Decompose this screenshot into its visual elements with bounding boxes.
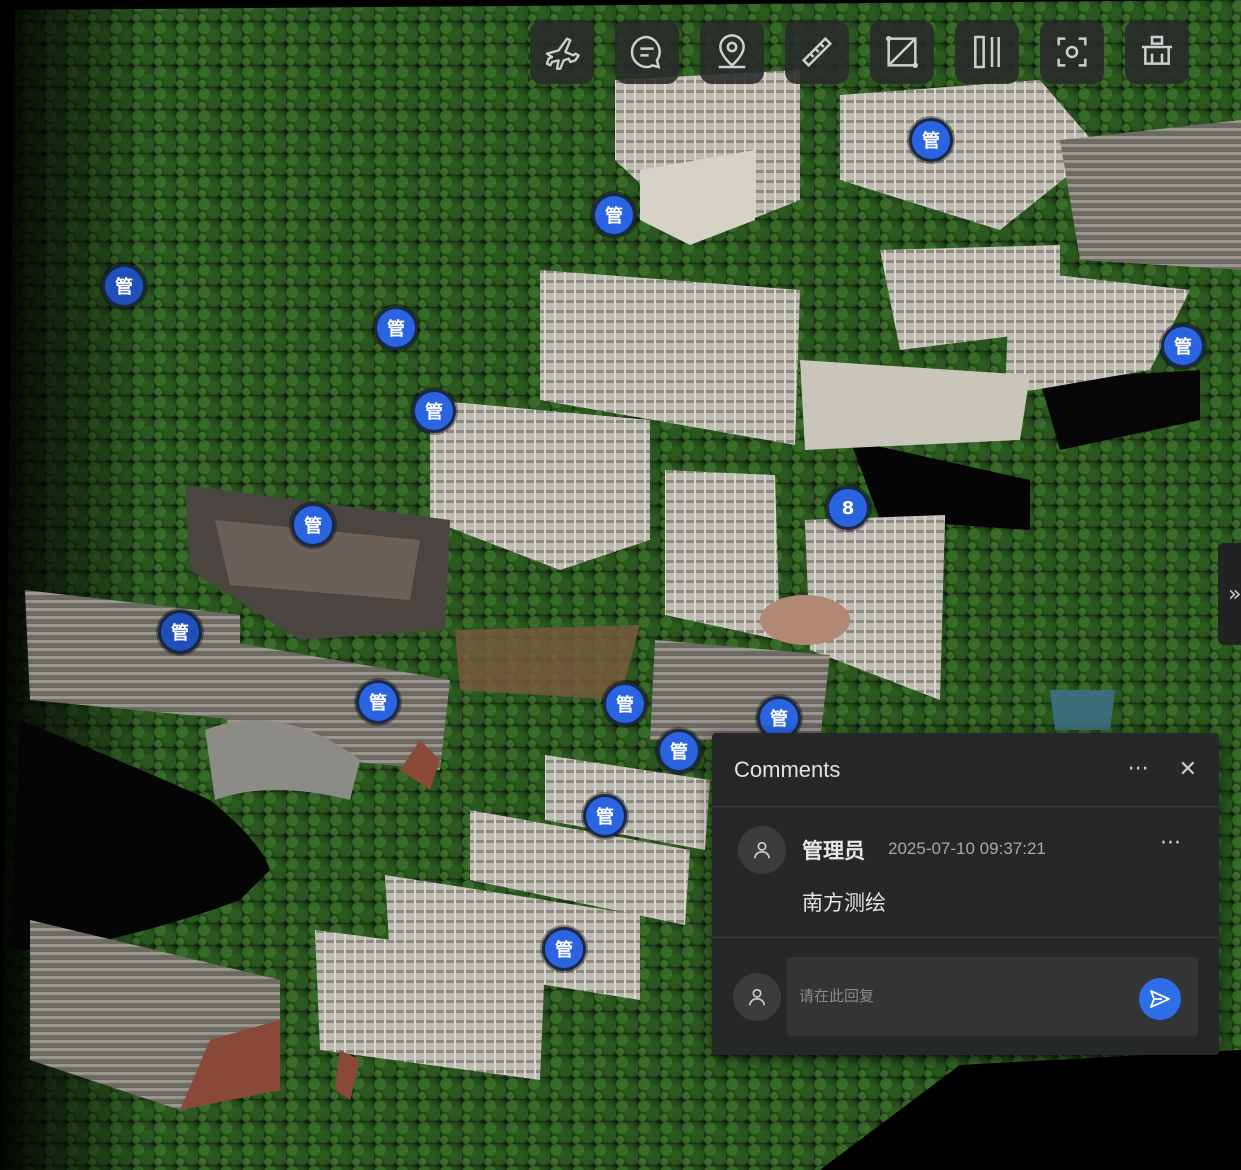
comment-author: 管理员 (802, 839, 865, 863)
map-marker[interactable]: 管 (657, 729, 701, 773)
user-icon (753, 841, 771, 859)
split-view-tool-button[interactable] (955, 20, 1019, 84)
avatar (733, 973, 781, 1021)
comment-timestamp: 2025-07-10 09:37:21 (888, 839, 1046, 858)
point-cloud-viewport[interactable]: 管 管 管 管 管 管 8 管 管 管 管 管 管 管 管 » Comments… (0, 0, 1241, 1170)
split-view-icon (974, 35, 1000, 69)
comment-icon (630, 35, 661, 69)
send-button[interactable] (1139, 978, 1181, 1020)
comment-text: 南方测绘 (802, 891, 886, 915)
marker-cluster[interactable]: 8 (826, 486, 870, 530)
map-marker[interactable]: 管 (102, 264, 146, 308)
map-marker[interactable]: 管 (356, 680, 400, 724)
side-panel-toggle[interactable]: » (1218, 543, 1241, 645)
map-marker[interactable]: 管 (1161, 324, 1205, 368)
map-marker[interactable]: 管 (158, 610, 202, 654)
map-marker[interactable]: 管 (374, 306, 418, 350)
comments-panel: Comments ··· ✕ 管理员 2025-07-10 09:37:21 ·… (712, 733, 1219, 1055)
flight-icon (545, 37, 580, 70)
map-marker[interactable]: 管 (909, 118, 953, 162)
panel-more-button[interactable]: ··· (1128, 757, 1149, 782)
panel-close-button[interactable]: ✕ (1179, 757, 1197, 782)
comment-tool-button[interactable] (615, 20, 679, 84)
area-measure-tool-button[interactable] (870, 20, 934, 84)
panel-title: Comments (734, 756, 841, 782)
map-marker[interactable]: 管 (583, 794, 627, 838)
ruler-icon (801, 36, 833, 68)
flight-tool-button[interactable] (530, 20, 594, 84)
clip-box-icon (1142, 35, 1172, 65)
ruler-tool-button[interactable] (785, 20, 849, 84)
clip-box-tool-button[interactable] (1125, 20, 1189, 84)
user-icon (748, 988, 766, 1006)
map-marker[interactable]: 管 (592, 193, 636, 237)
comment-more-button[interactable]: ··· (1160, 831, 1181, 856)
top-toolbar (530, 20, 1189, 84)
map-marker[interactable]: 管 (412, 389, 456, 433)
location-pin-icon (718, 34, 746, 69)
location-tool-button[interactable] (700, 20, 764, 84)
area-measure-icon (886, 36, 918, 68)
reply-input[interactable] (787, 957, 1127, 1036)
map-marker[interactable]: 管 (291, 503, 335, 547)
reply-box (787, 957, 1198, 1036)
comments-panel-header: Comments ··· ✕ (712, 733, 1219, 807)
map-marker[interactable]: 管 (542, 927, 586, 971)
screenshot-icon (1057, 37, 1087, 67)
map-marker[interactable]: 管 (603, 682, 647, 726)
comment-item: 管理员 2025-07-10 09:37:21 ··· 南方测绘 (712, 807, 1219, 938)
avatar (738, 826, 786, 874)
send-icon (1150, 990, 1170, 1008)
screenshot-tool-button[interactable] (1040, 20, 1104, 84)
